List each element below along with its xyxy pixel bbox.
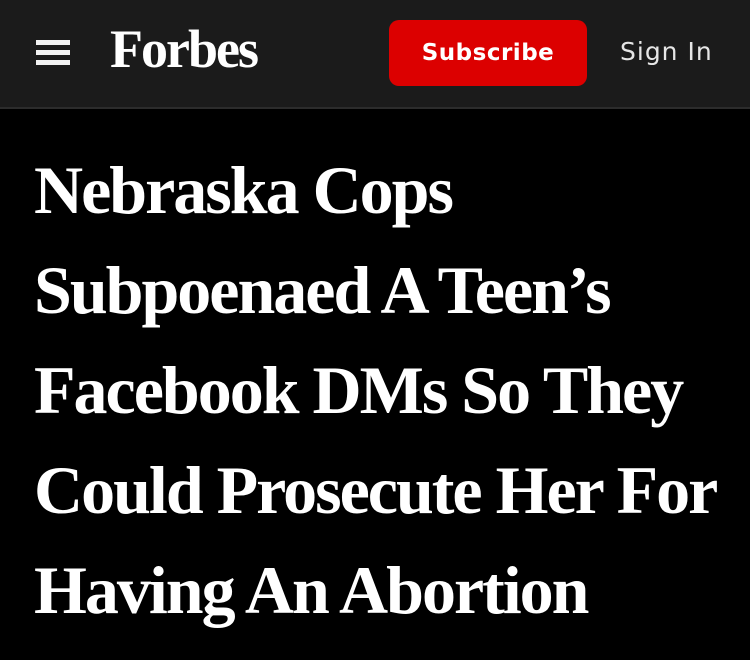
menu-line [36, 40, 70, 45]
menu-line [36, 50, 70, 55]
article-headline: Nebraska Cops Subpoenaed A Teen’s Facebo… [34, 152, 717, 628]
top-navigation-bar: Forbes Subscribe Sign In [0, 0, 750, 109]
hamburger-menu-icon[interactable] [36, 38, 72, 68]
forbes-logo[interactable]: Forbes [110, 14, 259, 84]
menu-line [36, 60, 70, 65]
sign-in-link[interactable]: Sign In [620, 34, 713, 70]
subscribe-button[interactable]: Subscribe [389, 20, 587, 86]
